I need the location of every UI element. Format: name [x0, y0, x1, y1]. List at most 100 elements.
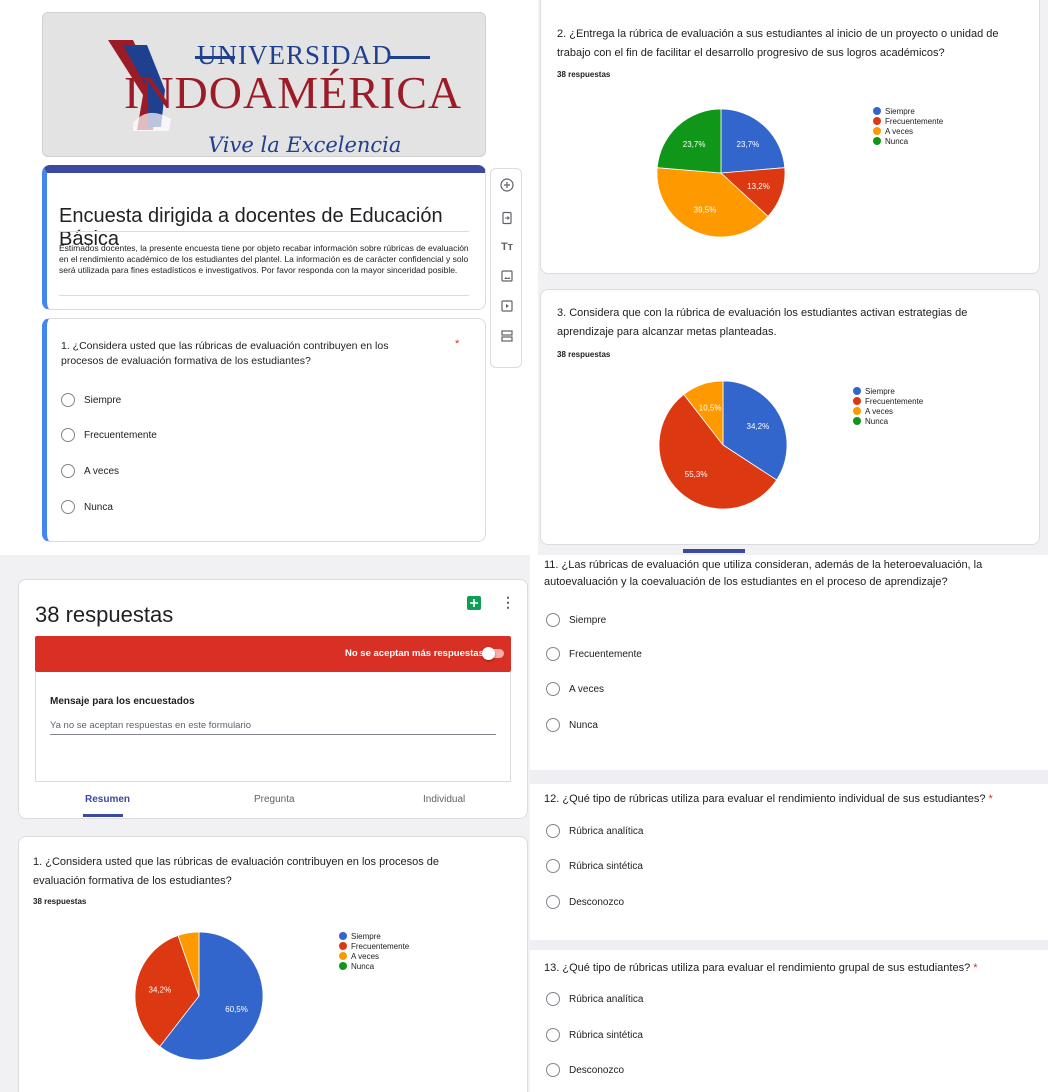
- question1-summary-title: 1. ¿Considera usted que las rúbricas de …: [33, 856, 440, 887]
- logo-indoamerica-text: INDOAMÉRICA: [124, 67, 463, 118]
- tab-pregunta[interactable]: Pregunta: [254, 794, 295, 805]
- legend-dot: [853, 417, 861, 425]
- legend-label: Frecuentemente: [865, 396, 924, 406]
- message-box: Mensaje para los encuestados Ya no se ac…: [35, 672, 511, 782]
- radio-button[interactable]: [546, 613, 560, 627]
- legend-item-frecuentemente: Frecuentemente: [339, 941, 409, 951]
- scroll-indicator: [683, 549, 745, 553]
- legend-item-siempre: Siempre: [339, 931, 409, 941]
- add-image-icon[interactable]: [495, 269, 519, 286]
- legend-dot: [873, 137, 881, 145]
- required-asterisk: *: [988, 793, 993, 805]
- option-a-veces[interactable]: A veces: [61, 464, 119, 478]
- radio-button[interactable]: [546, 824, 560, 838]
- form-description[interactable]: Estimados docentes, la presente encuesta…: [59, 243, 479, 276]
- message-label: Mensaje para los encuestados: [50, 696, 195, 707]
- question12-block[interactable]: 12. ¿Qué tipo de rúbricas utiliza para e…: [530, 784, 1048, 940]
- question11-block[interactable]: 11. ¿Las rúbricas de evaluación que util…: [530, 555, 1048, 770]
- add-section-icon[interactable]: [495, 329, 519, 346]
- legend-label: Frecuentemente: [885, 116, 944, 126]
- legend-dot: [853, 407, 861, 415]
- option-siempre[interactable]: Siempre: [61, 393, 121, 407]
- divider: [530, 770, 1048, 784]
- tab-individual[interactable]: Individual: [423, 794, 465, 805]
- legend-item-nunca: Nunca: [853, 416, 923, 426]
- accept-responses-toggle[interactable]: [482, 647, 504, 660]
- pie-data-label: 34,2%: [747, 422, 770, 431]
- option-nunca[interactable]: Nunca: [61, 500, 113, 514]
- question12-label: 12. ¿Qué tipo de rúbricas utiliza para e…: [544, 793, 986, 805]
- legend-item-a-veces: A veces: [853, 406, 923, 416]
- question13-block[interactable]: 13. ¿Qué tipo de rúbricas utiliza para e…: [530, 950, 1048, 1092]
- title-underline: [59, 231, 469, 232]
- radio-button[interactable]: [546, 647, 560, 661]
- add-title-icon[interactable]: Tт: [495, 241, 519, 253]
- radio-button[interactable]: [546, 718, 560, 732]
- radio-button[interactable]: [546, 682, 560, 696]
- responses-header-card: 38 respuestas ⋮ No se aceptan más respue…: [18, 579, 528, 819]
- q11-option-siempre[interactable]: Siempre: [546, 613, 606, 627]
- question1-summary-card: 1. ¿Considera usted que las rúbricas de …: [18, 836, 528, 1092]
- summary-charts-panel: 2. ¿Entrega la rúbrica de evaluación a s…: [538, 0, 1048, 555]
- pie-data-label: 23,7%: [737, 140, 760, 149]
- legend-item-a-veces: A veces: [339, 951, 409, 961]
- form-toolbar: Tт: [490, 168, 522, 368]
- radio-button[interactable]: [61, 500, 75, 514]
- option-label: Siempre: [84, 394, 122, 406]
- radio-button[interactable]: [546, 992, 560, 1006]
- option-frecuentemente[interactable]: Frecuentemente: [61, 428, 157, 442]
- pie-data-label: 60,5%: [225, 1005, 248, 1014]
- radio-button[interactable]: [546, 1063, 560, 1077]
- tab-resumen[interactable]: Resumen: [85, 794, 130, 805]
- legend-item-frecuentemente: Frecuentemente: [873, 116, 943, 126]
- question1-pie-chart: 60,5% 34,2%: [134, 931, 264, 1061]
- q13-option-sintetica[interactable]: Rúbrica sintética: [546, 1028, 643, 1042]
- q11-option-a-veces[interactable]: A veces: [546, 682, 604, 696]
- legend-dot: [339, 962, 347, 970]
- more-options-icon[interactable]: ⋮: [501, 594, 515, 611]
- radio-button[interactable]: [61, 464, 75, 478]
- option-label: A veces: [569, 683, 605, 695]
- add-video-icon[interactable]: [495, 299, 519, 316]
- form-editor-panel: UNIVERSIDAD INDOAMÉRICA Vive la Excelenc…: [0, 0, 538, 555]
- question1-response-count: 38 respuestas: [33, 897, 87, 906]
- question2-summary-card: 2. ¿Entrega la rúbrica de evaluación a s…: [540, 0, 1040, 274]
- radio-button[interactable]: [546, 859, 560, 873]
- q12-option-analitica[interactable]: Rúbrica analítica: [546, 824, 643, 838]
- q12-option-desconozco[interactable]: Desconozco: [546, 895, 624, 909]
- pie-data-label: 34,2%: [149, 986, 172, 995]
- option-label: Rúbrica analítica: [569, 825, 644, 837]
- q13-option-desconozco[interactable]: Desconozco: [546, 1063, 624, 1077]
- question2-response-count: 38 respuestas: [557, 70, 611, 79]
- option-label: Rúbrica analítica: [569, 993, 644, 1005]
- option-label: Desconozco: [569, 1064, 625, 1076]
- question1-card[interactable]: 1. ¿Considera usted que las rúbricas de …: [42, 318, 486, 542]
- import-questions-icon[interactable]: [495, 211, 519, 228]
- radio-button[interactable]: [61, 428, 75, 442]
- required-asterisk: *: [455, 338, 460, 350]
- q11-option-nunca[interactable]: Nunca: [546, 718, 598, 732]
- option-label: Frecuentemente: [569, 648, 642, 660]
- add-question-icon[interactable]: [495, 178, 519, 195]
- q12-option-sintetica[interactable]: Rúbrica sintética: [546, 859, 643, 873]
- question3-pie-chart: 34,2% 55,3% 10,5%: [658, 380, 788, 510]
- legend-label: Nunca: [865, 416, 889, 426]
- divider: [530, 940, 1048, 950]
- active-tab-indicator: [83, 814, 123, 817]
- q11-option-frecuentemente[interactable]: Frecuentemente: [546, 647, 642, 661]
- legend-item-nunca: Nunca: [339, 961, 409, 971]
- legend-item-frecuentemente: Frecuentemente: [853, 396, 923, 406]
- pie-data-label: 10,5%: [699, 403, 722, 412]
- question3-summary-card: 3. Considera que con la rúbrica de evalu…: [540, 289, 1040, 545]
- radio-button[interactable]: [546, 1028, 560, 1042]
- required-asterisk: *: [973, 962, 978, 974]
- sheets-icon[interactable]: [467, 596, 481, 610]
- radio-button[interactable]: [61, 393, 75, 407]
- legend-dot: [339, 952, 347, 960]
- radio-button[interactable]: [546, 895, 560, 909]
- logo-line-right: [390, 56, 430, 59]
- message-input[interactable]: Ya no se aceptan respuestas en este form…: [50, 720, 496, 735]
- q13-option-analitica[interactable]: Rúbrica analítica: [546, 992, 643, 1006]
- form-title-card[interactable]: Encuesta dirigida a docentes de Educació…: [42, 165, 486, 310]
- banner-text: No se aceptan más respuestas: [345, 648, 484, 659]
